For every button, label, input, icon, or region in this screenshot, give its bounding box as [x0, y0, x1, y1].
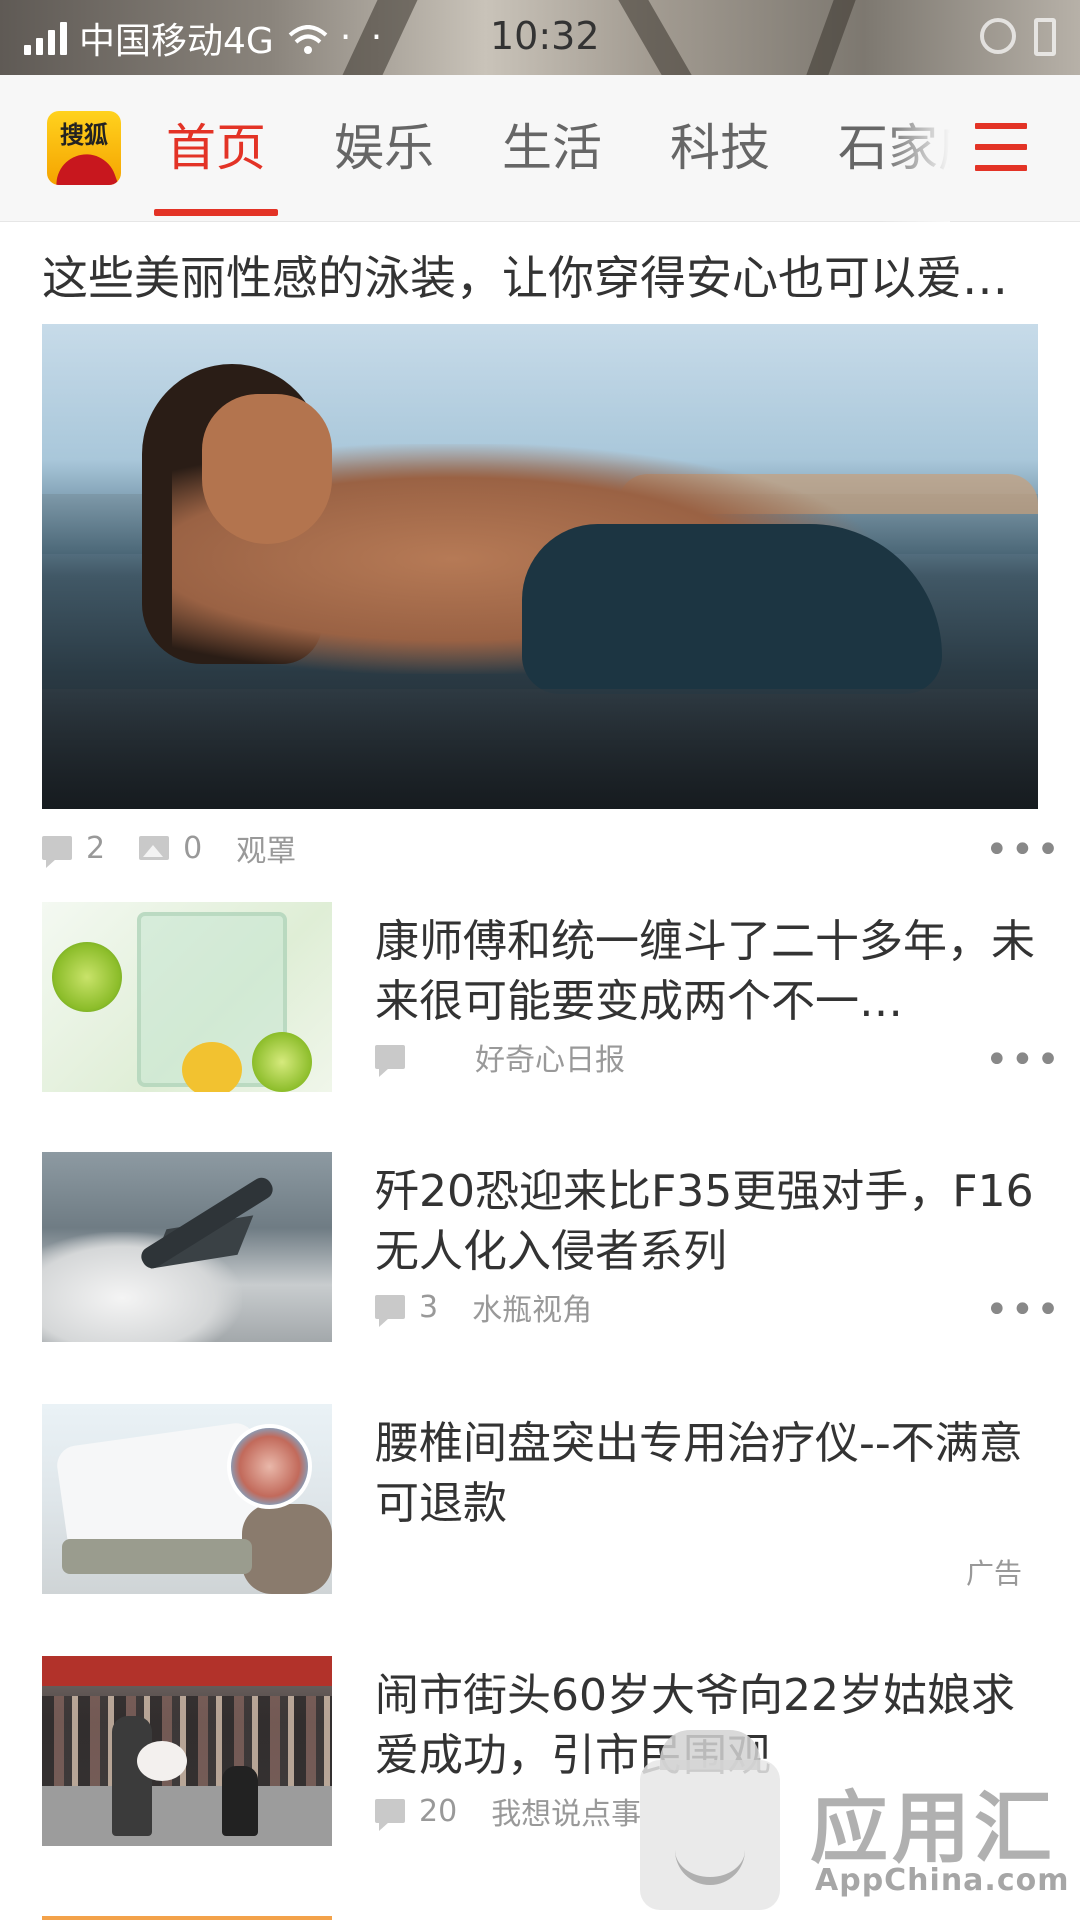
image-count: 0 [183, 830, 203, 866]
featured-image[interactable] [42, 324, 1038, 809]
comment-icon [42, 836, 72, 868]
tabs-fade [880, 75, 950, 222]
carrier-label: 中国移动4G [79, 20, 274, 62]
appchina-watermark: 应用汇 AppChina.com [640, 1730, 1080, 1920]
item-meta: 3 水瓶视角 [375, 1285, 592, 1329]
next-item-peek [42, 1916, 332, 1920]
item-thumbnail [42, 1656, 332, 1846]
status-bar: 中国移动4G · · 10:32 [0, 0, 1080, 75]
watermark-text: 应用汇 [810, 1784, 1057, 1874]
item-meta: 好奇心日报 [375, 1035, 625, 1079]
tab-tech[interactable]: 科技 [654, 75, 786, 222]
comment-icon [375, 1045, 405, 1077]
ad-badge: 广告 [966, 1557, 1023, 1590]
logo-text: 搜狐 [60, 121, 108, 149]
list-item-ad[interactable]: 腰椎间盘突出专用治疗仪--不满意可退款 广告 [0, 1404, 1080, 1594]
item-thumbnail [42, 1404, 332, 1594]
sohu-logo[interactable]: 搜狐 [47, 111, 121, 185]
channel-tabs: 首页 娱乐 生活 科技 石家庄 [150, 75, 950, 222]
tab-entertainment[interactable]: 娱乐 [318, 75, 450, 222]
comment-icon [375, 1295, 405, 1327]
source-label: 我想说点事 [491, 1797, 642, 1832]
clock: 10:32 [490, 14, 600, 58]
list-item[interactable]: 康师傅和统一缠斗了二十多年，未来很可能要变成两个不一… 好奇心日报 ••• [0, 902, 1080, 1092]
signal-icon [24, 21, 67, 55]
source-label: 观罩 [236, 834, 297, 869]
news-feed: 这些美丽性感的泳装，让你穿得安心也可以爱… 2 0 观罩 ••• 康师傅和统一缠… [0, 222, 1080, 1920]
image-count-icon [139, 836, 170, 860]
wifi-icon [288, 23, 328, 54]
item-title: 康师傅和统一缠斗了二十多年，未来很可能要变成两个不一… [375, 916, 1035, 1027]
more-options-icon[interactable]: ••• [985, 830, 1062, 870]
hamburger-menu-icon[interactable] [975, 123, 1027, 171]
item-title: 歼20恐迎来比F35更强对手，F16无人化入侵者系列 [375, 1166, 1034, 1277]
alarm-icon [980, 18, 1016, 54]
watermark-subtext: AppChina.com [815, 1863, 1070, 1898]
comment-icon [375, 1799, 405, 1831]
comment-count: 3 [419, 1289, 439, 1325]
more-options-icon[interactable]: ••• [985, 1040, 1062, 1080]
source-label: 水瓶视角 [472, 1293, 593, 1328]
item-meta: 20 我想说点事 [375, 1789, 641, 1833]
item-title: 腰椎间盘突出专用治疗仪--不满意可退款 [375, 1418, 1023, 1529]
tab-life[interactable]: 生活 [486, 75, 618, 222]
tab-home[interactable]: 首页 [150, 75, 282, 222]
item-thumbnail [42, 1152, 332, 1342]
status-extra: · · [339, 17, 387, 58]
battery-icon [1034, 18, 1056, 56]
comment-count: 2 [86, 830, 106, 866]
source-label: 好奇心日报 [475, 1043, 625, 1078]
top-navigation: 搜狐 首页 娱乐 生活 科技 石家庄 [0, 75, 1080, 222]
item-thumbnail [42, 902, 332, 1092]
featured-meta: 2 0 观罩 [42, 826, 296, 870]
comment-count: 20 [419, 1793, 458, 1829]
more-options-icon[interactable]: ••• [985, 1290, 1062, 1330]
featured-title[interactable]: 这些美丽性感的泳装，让你穿得安心也可以爱… [42, 248, 1042, 308]
list-item[interactable]: 歼20恐迎来比F35更强对手，F16无人化入侵者系列 3 水瓶视角 ••• [0, 1152, 1080, 1342]
fox-icon [47, 145, 119, 185]
shopping-bag-icon [640, 1730, 780, 1910]
